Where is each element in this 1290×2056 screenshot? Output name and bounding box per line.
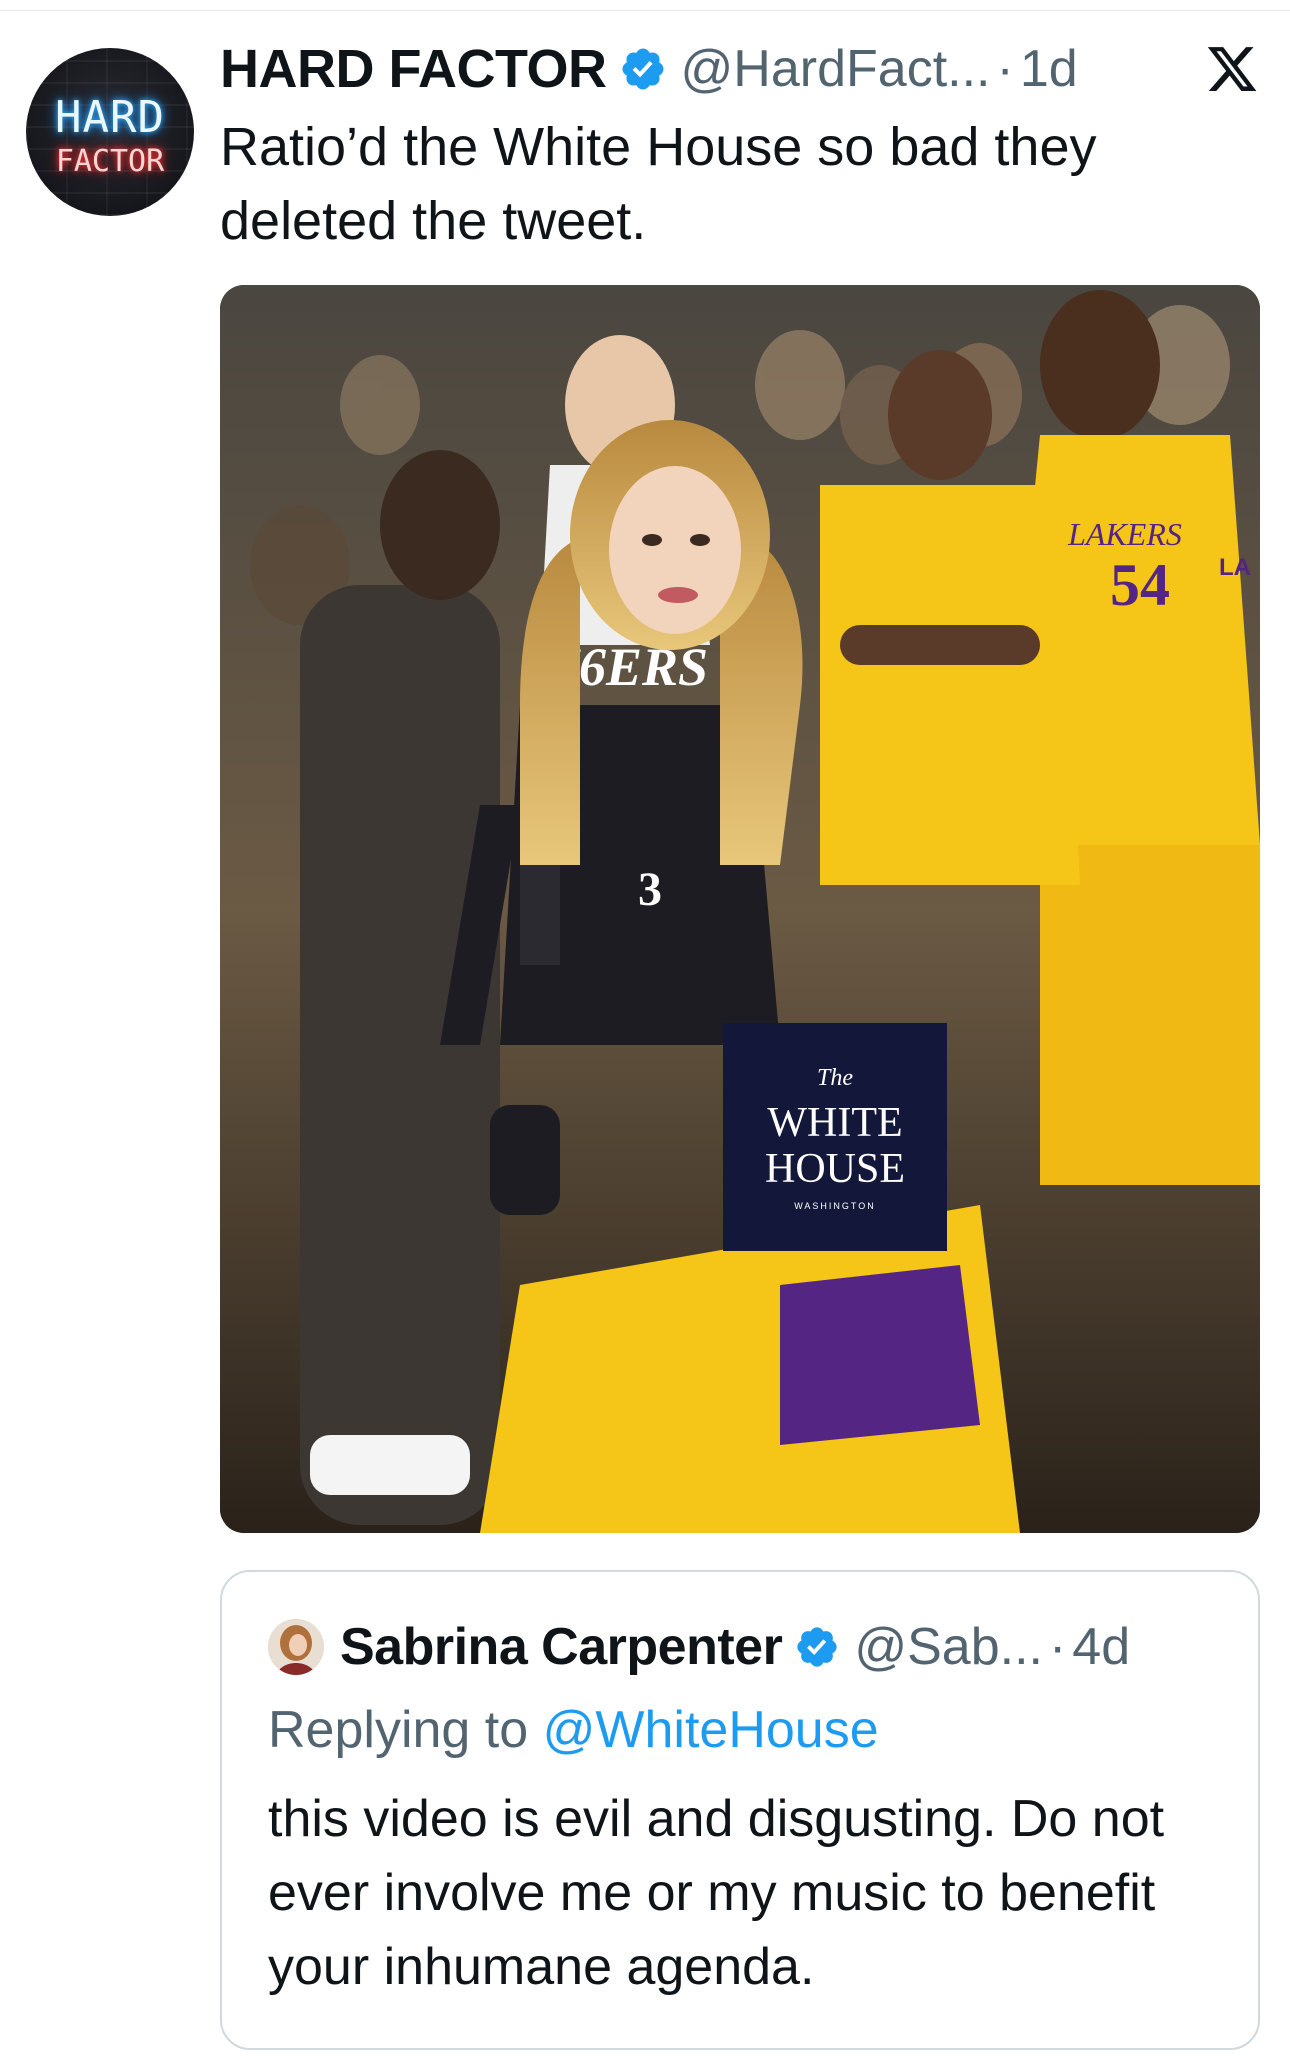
white-house-logo-overlay: The WHITE HOUSE WASHINGTON: [723, 1023, 947, 1251]
quoted-author-name[interactable]: Sabrina Carpenter: [340, 1617, 783, 1677]
author-display-name[interactable]: HARD FACTOR: [220, 38, 607, 100]
top-divider: [0, 10, 1290, 11]
author-handle[interactable]: @HardFact...: [681, 39, 991, 99]
tweet-timestamp[interactable]: 1d: [1020, 39, 1078, 99]
quoted-avatar-image: [268, 1619, 324, 1675]
separator-dot: ·: [996, 40, 1014, 98]
quoted-tweet-text: this video is evil and disgusting. Do no…: [268, 1790, 1165, 1996]
avatar-text-bottom: FACTOR: [55, 144, 165, 179]
replying-to-line: Replying to @WhiteHouse: [268, 1700, 879, 1760]
lakers-number-text: 54: [1110, 552, 1170, 618]
lakers-sleeve-text: LA: [1219, 554, 1251, 581]
white-house-line1: WHITE: [767, 1100, 903, 1146]
tweet-text: Ratio’d the White House so bad they dele…: [220, 117, 1097, 251]
avatar-text-top: HARD: [55, 92, 165, 143]
white-house-line2: HOUSE: [764, 1146, 905, 1192]
verified-badge-icon: [622, 48, 664, 90]
white-house-the: The: [817, 1065, 853, 1091]
quoted-tweet-header: Sabrina Carpenter @Sab... · 4d: [268, 1612, 1130, 1682]
quoted-author-avatar[interactable]: [268, 1619, 324, 1675]
quoted-tweet[interactable]: Sabrina Carpenter @Sab... · 4d Replying …: [220, 1570, 1260, 2050]
quoted-verified-badge-icon: [797, 1627, 837, 1667]
white-house-subtitle: WASHINGTON: [794, 1201, 876, 1211]
author-avatar[interactable]: HARD FACTOR: [26, 48, 194, 216]
quoted-author-handle[interactable]: @Sab...: [854, 1617, 1043, 1677]
quoted-separator-dot: ·: [1048, 1618, 1067, 1676]
quoted-tweet-timestamp[interactable]: 4d: [1072, 1617, 1130, 1677]
replying-to-prefix: Replying to: [268, 1701, 543, 1759]
tweet-media-image[interactable]: 54 LAKERS LA 76ERS 3 The WHITE HOUSE WAS…: [220, 285, 1260, 1533]
reply-mention-link[interactable]: @WhiteHouse: [543, 1701, 879, 1759]
lakers-jersey-text: LAKERS: [1067, 516, 1182, 552]
x-logo-icon: [1207, 47, 1257, 91]
tweet-header: HARD FACTOR @HardFact... · 1d: [220, 36, 1078, 102]
sixers-number-text: 3: [638, 863, 662, 916]
basketball-photo: 54 LAKERS LA 76ERS 3: [220, 285, 1260, 1533]
